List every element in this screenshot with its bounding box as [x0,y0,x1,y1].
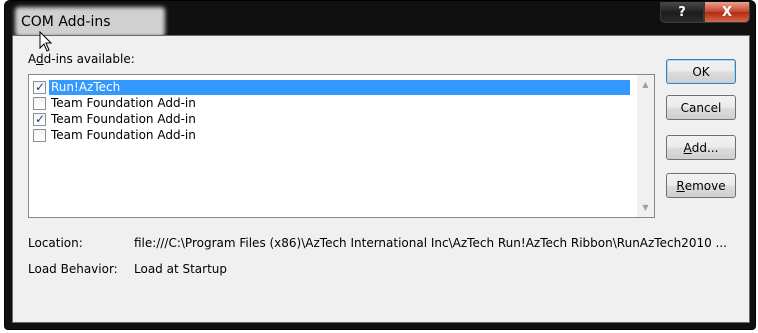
addin-label: Team Foundation Add-in [51,111,196,126]
addin-checkbox[interactable] [33,96,46,110]
scroll-down-arrow-icon[interactable]: ▼ [637,199,654,216]
close-icon: X [721,4,733,20]
cancel-button[interactable]: Cancel [666,95,736,120]
listbox-scrollbar[interactable]: ▲ ▼ [637,75,654,217]
location-value: file:///C:\Program Files (x86)\AzTech In… [134,236,727,250]
addin-row[interactable]: ✓ Run!AzTech [31,79,631,95]
scroll-up-arrow-icon[interactable]: ▲ [637,76,654,93]
addins-available-label: Add-ins available: [28,52,135,66]
checkmark-icon: ✓ [35,111,46,126]
addin-row[interactable]: ✓ Team Foundation Add-in [31,111,631,127]
addin-label: Team Foundation Add-in [51,95,196,110]
load-behavior-value: Load at Startup [134,262,228,276]
dialog-client-area: Add-ins available: ✓ Run!AzTech Team Fou… [12,35,750,323]
help-button[interactable]: ? [660,2,704,23]
com-addins-dialog: COM Add-ins ? X Add-ins available: ✓ Run… [4,0,756,330]
location-label: Location: [28,236,83,250]
add-button[interactable]: Add... [666,135,736,160]
addin-row[interactable]: Team Foundation Add-in [31,127,631,143]
addin-checkbox[interactable]: ✓ [33,79,46,94]
addin-row[interactable]: Team Foundation Add-in [31,95,631,111]
addin-label: Run!AzTech [49,79,630,95]
addin-checkbox[interactable] [33,128,46,142]
help-icon: ? [678,4,686,20]
checkmark-icon: ✓ [35,79,46,94]
close-button[interactable]: X [704,2,750,23]
remove-button[interactable]: Remove [666,173,736,198]
addins-listbox[interactable]: ✓ Run!AzTech Team Foundation Add-in ✓ Te… [28,74,655,218]
ok-button[interactable]: OK [666,59,736,84]
title-bar[interactable]: COM Add-ins ? X [5,1,755,37]
addin-label: Team Foundation Add-in [51,127,196,142]
dialog-title: COM Add-ins [21,14,111,30]
load-behavior-label: Load Behavior: [28,262,118,276]
addin-checkbox[interactable]: ✓ [33,111,46,126]
mouse-pointer-icon [39,31,53,52]
